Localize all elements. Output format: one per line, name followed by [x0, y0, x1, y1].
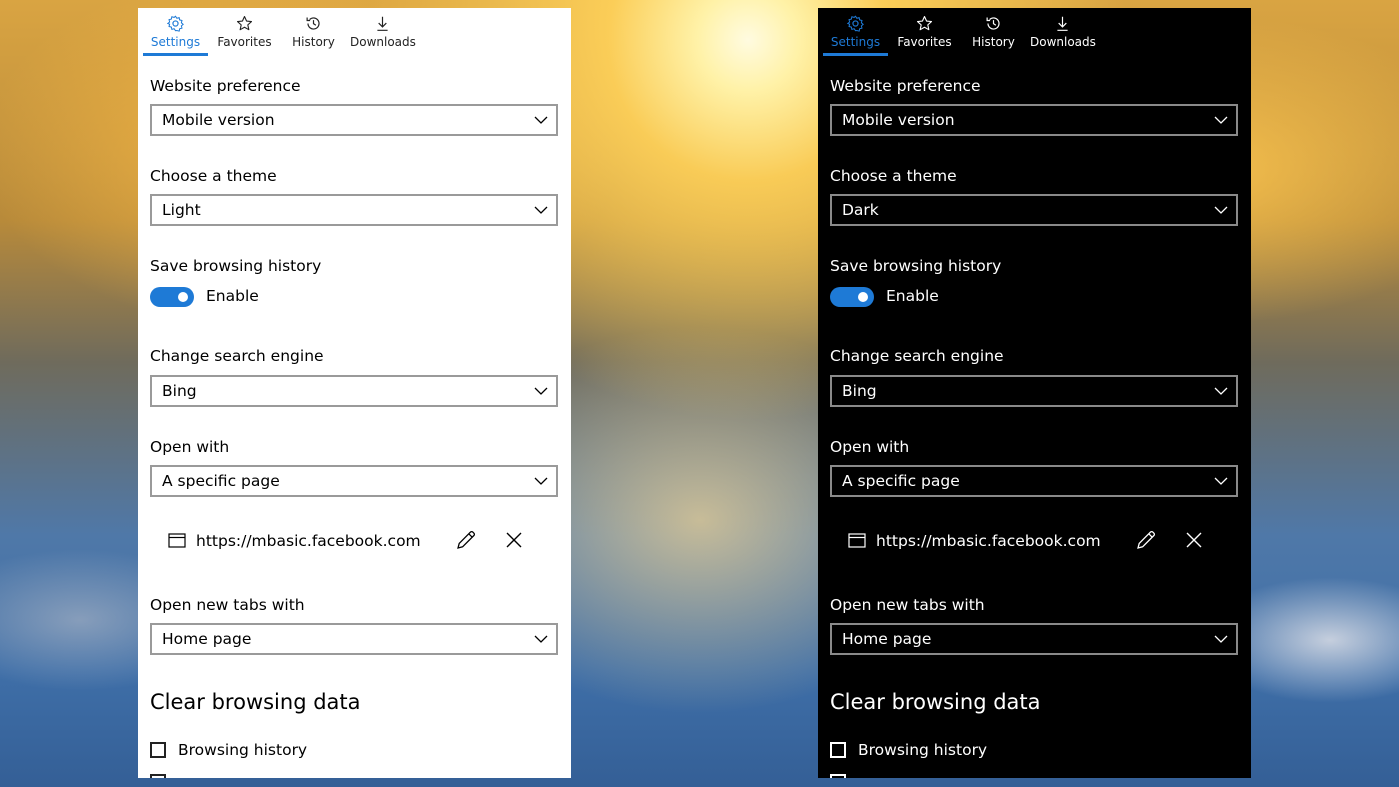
tab-label: History — [292, 35, 335, 49]
settings-panel-light: Settings Favorites History Downloads Web… — [138, 8, 571, 778]
save-history-label: Save browsing history — [830, 257, 1002, 275]
checkbox-label: Browsing history — [858, 741, 988, 759]
new-tabs-label: Open new tabs with — [150, 596, 305, 614]
dropdown-value: Home page — [162, 630, 252, 648]
browsing-history-checkbox[interactable] — [150, 742, 166, 758]
specific-page-row: https://mbasic.facebook.com — [168, 529, 548, 553]
tab-label: Settings — [830, 35, 881, 49]
theme-dropdown[interactable]: Light — [150, 194, 558, 226]
save-history-toggle[interactable] — [150, 287, 194, 307]
page-url: https://mbasic.facebook.com — [876, 532, 1101, 550]
dropdown-value: Home page — [842, 630, 932, 648]
chevron-down-icon — [534, 377, 548, 405]
toggle-knob — [858, 292, 868, 302]
page-url: https://mbasic.facebook.com — [196, 532, 421, 550]
chevron-down-icon — [1214, 377, 1228, 405]
open-with-dropdown[interactable]: A specific page — [830, 465, 1238, 497]
clear-data-heading: Clear browsing data — [150, 690, 361, 714]
chevron-down-icon — [1214, 467, 1228, 495]
dropdown-value: Light — [162, 201, 201, 219]
chevron-down-icon — [1214, 625, 1228, 653]
tab-settings[interactable]: Settings — [143, 8, 208, 56]
chevron-down-icon — [1214, 196, 1228, 224]
dropdown-value: Bing — [162, 382, 197, 400]
website-preference-label: Website preference — [150, 77, 301, 95]
tab-bar: Settings Favorites History Downloads — [138, 8, 571, 58]
chevron-down-icon — [534, 625, 548, 653]
toggle-label: Enable — [206, 287, 259, 305]
new-tabs-dropdown[interactable]: Home page — [150, 623, 558, 655]
edit-icon[interactable] — [1135, 529, 1157, 555]
gear-icon — [143, 11, 208, 35]
tab-label: Settings — [150, 35, 201, 49]
browsing-history-checkbox[interactable] — [830, 742, 846, 758]
star-icon — [212, 11, 277, 35]
edit-icon[interactable] — [455, 529, 477, 555]
history-icon — [961, 11, 1026, 35]
website-preference-dropdown[interactable]: Mobile version — [830, 104, 1238, 136]
search-engine-dropdown[interactable]: Bing — [150, 375, 558, 407]
download-icon — [350, 11, 415, 35]
save-history-toggle[interactable] — [830, 287, 874, 307]
gear-icon — [823, 11, 888, 35]
download-icon — [1030, 11, 1095, 35]
toggle-label: Enable — [886, 287, 939, 305]
dropdown-value: Mobile version — [842, 111, 955, 129]
tab-favorites[interactable]: Favorites — [212, 8, 277, 56]
theme-label: Choose a theme — [830, 167, 957, 185]
star-icon — [892, 11, 957, 35]
next-checkbox[interactable] — [830, 774, 846, 778]
dropdown-value: A specific page — [162, 472, 280, 490]
open-with-label: Open with — [150, 438, 230, 456]
open-with-label: Open with — [830, 438, 910, 456]
dropdown-value: Dark — [842, 201, 879, 219]
chevron-down-icon — [1214, 106, 1228, 134]
page-icon — [168, 533, 186, 552]
tab-bar: Settings Favorites History Downloads — [818, 8, 1251, 58]
tab-history[interactable]: History — [961, 8, 1026, 56]
dropdown-value: A specific page — [842, 472, 960, 490]
website-preference-label: Website preference — [830, 77, 981, 95]
tab-label: Downloads — [350, 35, 416, 49]
tab-downloads[interactable]: Downloads — [1030, 8, 1096, 56]
dropdown-value: Bing — [842, 382, 877, 400]
tab-label: Downloads — [1030, 35, 1096, 49]
tab-favorites[interactable]: Favorites — [892, 8, 957, 56]
clear-data-heading: Clear browsing data — [830, 690, 1041, 714]
chevron-down-icon — [534, 467, 548, 495]
tab-history[interactable]: History — [281, 8, 346, 56]
chevron-down-icon — [534, 196, 548, 224]
search-engine-label: Change search engine — [830, 347, 1004, 365]
new-tabs-dropdown[interactable]: Home page — [830, 623, 1238, 655]
next-checkbox[interactable] — [150, 774, 166, 778]
specific-page-row: https://mbasic.facebook.com — [848, 529, 1228, 553]
tab-label: Favorites — [897, 35, 952, 49]
page-icon — [848, 533, 866, 552]
settings-panel-dark: Settings Favorites History Downloads Web… — [818, 8, 1251, 778]
tab-label: History — [972, 35, 1015, 49]
checkbox-label: Browsing history — [178, 741, 308, 759]
save-history-label: Save browsing history — [150, 257, 322, 275]
open-with-dropdown[interactable]: A specific page — [150, 465, 558, 497]
theme-dropdown[interactable]: Dark — [830, 194, 1238, 226]
search-engine-dropdown[interactable]: Bing — [830, 375, 1238, 407]
tab-settings[interactable]: Settings — [823, 8, 888, 56]
dropdown-value: Mobile version — [162, 111, 275, 129]
website-preference-dropdown[interactable]: Mobile version — [150, 104, 558, 136]
tab-downloads[interactable]: Downloads — [350, 8, 416, 56]
chevron-down-icon — [534, 106, 548, 134]
close-icon[interactable] — [505, 531, 523, 553]
new-tabs-label: Open new tabs with — [830, 596, 985, 614]
toggle-knob — [178, 292, 188, 302]
theme-label: Choose a theme — [150, 167, 277, 185]
history-icon — [281, 11, 346, 35]
tab-label: Favorites — [217, 35, 272, 49]
close-icon[interactable] — [1185, 531, 1203, 553]
search-engine-label: Change search engine — [150, 347, 324, 365]
